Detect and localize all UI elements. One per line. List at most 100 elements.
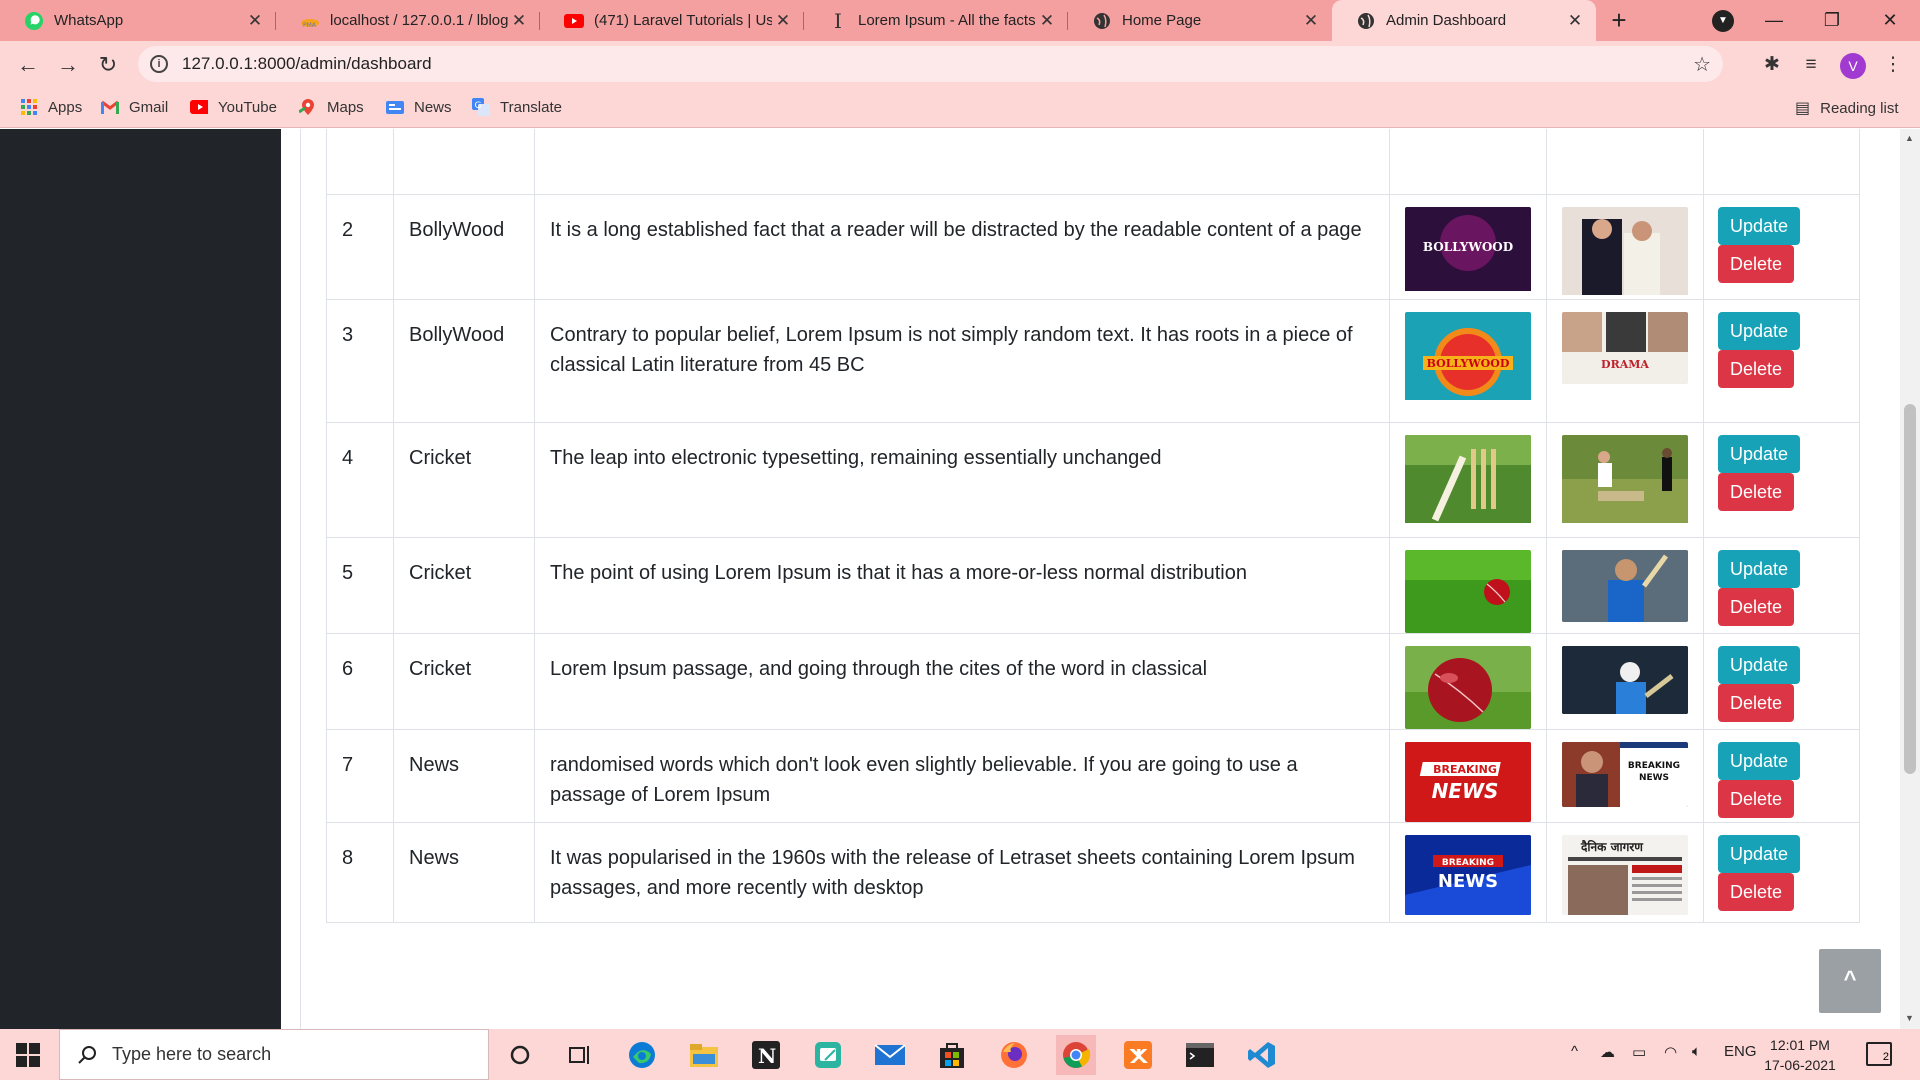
post-category-cell: BollyWood <box>393 194 535 300</box>
scroll-up-icon[interactable]: ▲ <box>1905 133 1914 143</box>
xampp-icon[interactable]: ⵅ <box>1118 1035 1158 1075</box>
close-icon[interactable]: ✕ <box>508 11 530 31</box>
store-icon[interactable] <box>932 1035 972 1075</box>
post-description-cell: The leap into electronic typesetting, re… <box>534 422 1390 538</box>
file-explorer-icon[interactable] <box>684 1035 724 1075</box>
scrollbar-thumb[interactable] <box>1904 404 1916 774</box>
delete-button[interactable]: Delete <box>1718 588 1795 626</box>
taskbar-search-box[interactable]: Type here to search <box>59 1029 489 1080</box>
volume-icon[interactable]: 🔈︎ <box>1692 1043 1701 1060</box>
update-button[interactable]: Update <box>1718 312 1801 350</box>
bookmark-label: Gmail <box>129 98 169 116</box>
lorem-ipsum-icon: I <box>834 8 842 33</box>
back-arrow-icon[interactable]: ← <box>12 49 44 81</box>
post-category: Cricket <box>409 447 472 469</box>
phpmyadmin-icon: PMA <box>300 11 320 31</box>
update-button[interactable]: Update <box>1718 742 1801 780</box>
profile-avatar[interactable]: V <box>1840 53 1866 79</box>
update-button[interactable]: Update <box>1718 646 1801 684</box>
post-category: BollyWood <box>409 219 505 241</box>
whiteboard-icon[interactable] <box>808 1035 848 1075</box>
delete-button[interactable]: Delete <box>1718 245 1795 283</box>
notion-icon[interactable]: N <box>746 1035 786 1075</box>
post-id: 8 <box>342 847 354 869</box>
terminal-icon[interactable] <box>1180 1035 1220 1075</box>
bookmark-news[interactable]: News <box>386 98 452 116</box>
svg-text:NEWS: NEWS <box>1438 871 1498 892</box>
bookmark-label: Translate <box>500 98 562 116</box>
vscode-icon[interactable] <box>1242 1035 1282 1075</box>
close-icon[interactable]: ✕ <box>1036 11 1058 31</box>
tab-home-page[interactable]: Home Page ✕ <box>1068 0 1332 41</box>
tab-whatsapp[interactable]: WhatsApp ✕ <box>0 0 276 41</box>
browser-toolbar: ← → ↻ i 127.0.0.1:8000/admin/dashboard ☆… <box>0 41 1920 88</box>
post-thumbnail <box>1562 207 1688 299</box>
edge-icon[interactable] <box>622 1035 662 1075</box>
tab-strip: WhatsApp ✕ PMA localhost / 127.0.0.1 / l… <box>0 0 1920 41</box>
menu-kebab-icon[interactable]: ⋮ <box>1880 52 1906 78</box>
restore-button[interactable]: ❐ <box>1803 0 1861 41</box>
post-actions-cell: Update Delete <box>1703 822 1860 923</box>
firefox-icon[interactable] <box>994 1035 1034 1075</box>
bookmark-maps[interactable]: Maps <box>299 98 364 116</box>
post-image <box>1405 646 1531 729</box>
post-image-cell <box>1389 633 1547 730</box>
minimize-button[interactable]: — <box>1745 0 1803 41</box>
cortana-icon[interactable] <box>500 1035 540 1075</box>
bookmark-label: Maps <box>327 98 364 116</box>
battery-icon[interactable]: ▭ <box>1632 1043 1646 1061</box>
back-to-top-button[interactable]: ^ <box>1819 949 1881 1013</box>
bookmark-translate[interactable]: G Translate <box>472 98 562 116</box>
bookmark-gmail[interactable]: Gmail <box>101 98 168 116</box>
reading-list-button[interactable]: ▤ Reading list <box>1795 98 1899 118</box>
scroll-down-icon[interactable]: ▼ <box>1905 1013 1914 1023</box>
tab-lorem-ipsum[interactable]: I Lorem Ipsum - All the facts ✕ <box>804 0 1068 41</box>
delete-button[interactable]: Delete <box>1718 350 1795 388</box>
tab-phpmyadmin[interactable]: PMA localhost / 127.0.0.1 / lblog ✕ <box>276 0 540 41</box>
post-thumbnail-cell: दैनिक जागरण <box>1546 822 1704 923</box>
url-text[interactable]: 127.0.0.1:8000/admin/dashboard <box>182 54 432 74</box>
page-scrollbar[interactable]: ▲ ▼ <box>1900 129 1920 1029</box>
wifi-icon[interactable]: ◠ <box>1664 1043 1677 1061</box>
update-button[interactable]: Update <box>1718 207 1801 245</box>
post-thumbnail-cell <box>1546 129 1704 195</box>
update-button[interactable]: Update <box>1718 550 1801 588</box>
windows-start-icon[interactable] <box>16 1043 40 1067</box>
language-indicator[interactable]: ENG <box>1724 1043 1757 1060</box>
update-button[interactable]: Update <box>1718 435 1801 473</box>
new-tab-button[interactable]: + <box>1604 6 1634 36</box>
tab-youtube[interactable]: (471) Laravel Tutorials | Use ✕ <box>540 0 804 41</box>
post-description-cell <box>534 129 1390 195</box>
update-button[interactable]: Update <box>1718 835 1801 873</box>
delete-button[interactable]: Delete <box>1718 684 1795 722</box>
extensions-icon[interactable]: ✱ <box>1759 52 1785 78</box>
delete-button[interactable]: Delete <box>1718 780 1795 818</box>
onedrive-icon[interactable]: ☁ <box>1600 1043 1615 1061</box>
notification-center-icon[interactable]: 2 <box>1866 1042 1892 1066</box>
tab-search-icon[interactable]: ▼ <box>1712 10 1734 32</box>
delete-button[interactable]: Delete <box>1718 473 1795 511</box>
task-view-icon[interactable] <box>561 1035 601 1075</box>
post-thumbnail <box>1562 435 1688 530</box>
tab-admin-dashboard[interactable]: Admin Dashboard ✕ <box>1332 0 1596 41</box>
media-control-icon[interactable]: ≡ <box>1798 52 1824 78</box>
bookmark-star-icon[interactable]: ☆ <box>1693 52 1711 77</box>
bookmark-youtube[interactable]: YouTube <box>190 98 277 116</box>
forward-arrow-icon[interactable]: → <box>52 49 84 81</box>
close-icon[interactable]: ✕ <box>772 11 794 31</box>
chrome-icon[interactable] <box>1056 1035 1096 1075</box>
post-id-cell: 4 <box>326 422 394 538</box>
address-bar[interactable]: i 127.0.0.1:8000/admin/dashboard ☆ <box>138 46 1723 82</box>
system-clock[interactable]: 12:01 PM 17-06-2021 <box>1760 1035 1840 1075</box>
close-icon[interactable]: ✕ <box>244 11 266 31</box>
show-hidden-icons[interactable]: ^ <box>1571 1043 1578 1060</box>
post-description: Contrary to popular belief, Lorem Ipsum … <box>550 324 1353 376</box>
close-icon[interactable]: ✕ <box>1300 11 1322 31</box>
site-info-icon[interactable]: i <box>150 55 168 73</box>
close-icon[interactable]: ✕ <box>1564 11 1586 31</box>
close-window-button[interactable]: ✕ <box>1861 0 1919 41</box>
bookmark-apps[interactable]: Apps <box>20 98 82 116</box>
mail-icon[interactable] <box>870 1035 910 1075</box>
reload-icon[interactable]: ↻ <box>92 49 124 81</box>
delete-button[interactable]: Delete <box>1718 873 1795 911</box>
